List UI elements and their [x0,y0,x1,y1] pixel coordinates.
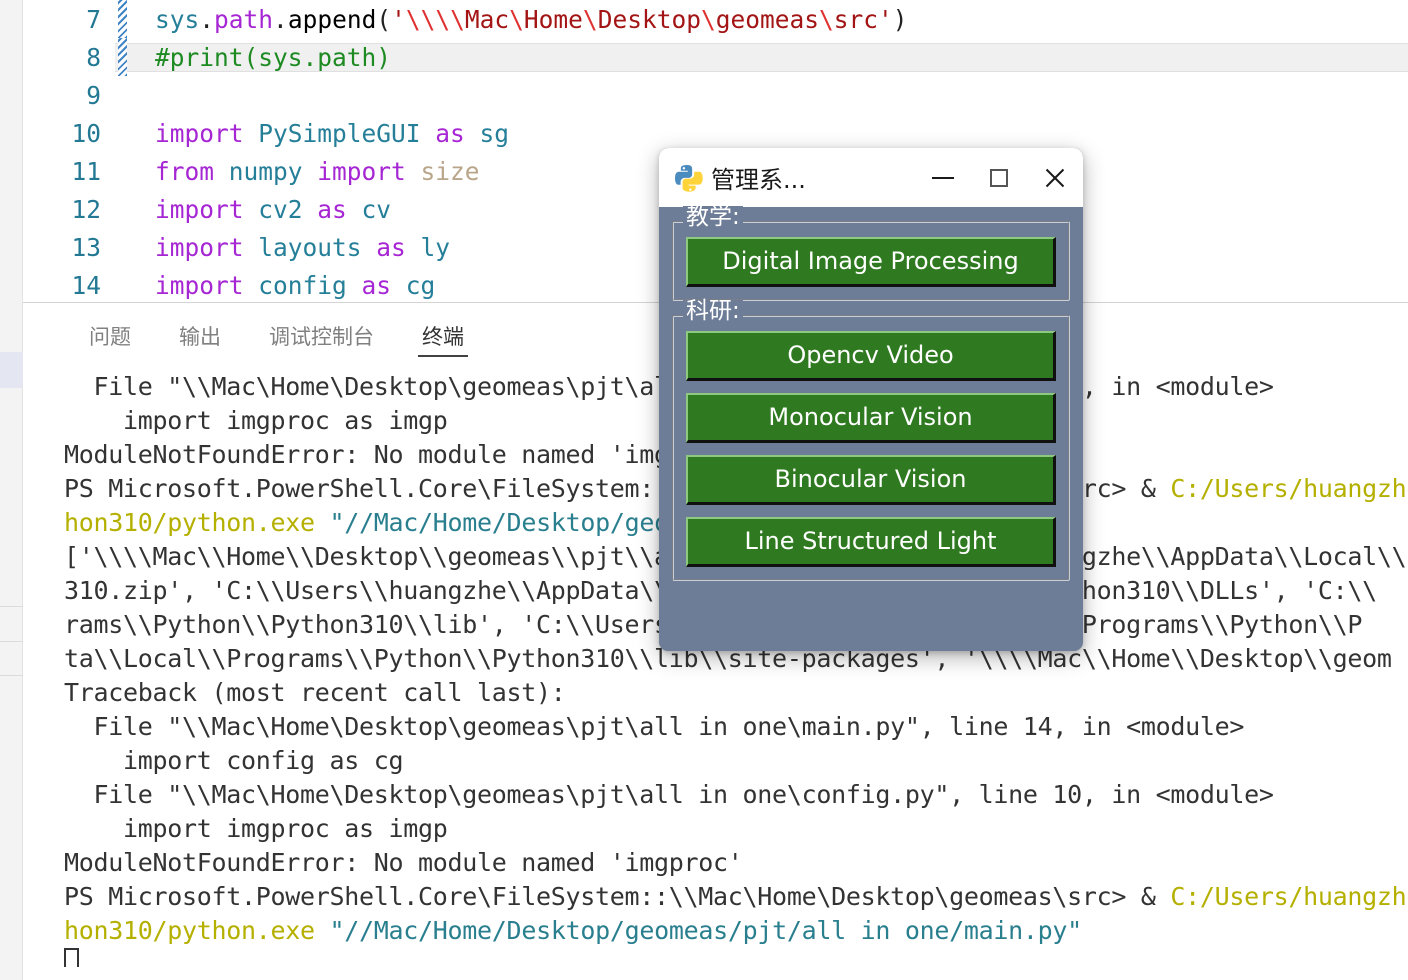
dialog-group-0: 教学: Digital Image Processing [672,206,1070,301]
panel-tab-1[interactable]: 输出 [155,311,245,363]
code-line[interactable]: 9 [23,76,1408,114]
dialog-button-digital-image-processing[interactable]: Digital Image Processing [686,237,1056,287]
minimize-icon [932,176,954,179]
line-number: 8 [86,42,101,72]
line-number: 13 [71,232,101,262]
dialog-button-line-structured-light[interactable]: Line Structured Light [686,517,1056,567]
terminal-line: File "\\Mac\Home\Desktop\geomeas\pjt\all… [64,780,1274,809]
close-button[interactable] [1027,148,1083,207]
terminal-line: File "\\Mac\Home\Desktop\geomeas\pjt\all… [64,712,1245,741]
line-number: 7 [86,4,101,34]
minimize-button[interactable] [915,148,971,207]
terminal-line: hon310/python.exe "//Mac/Home/Desktop/ge… [64,916,1082,945]
activity-bar-divider [0,675,23,676]
gutter-modified-icon [118,38,127,76]
panel-tab-2[interactable]: 调试控制台 [245,311,398,363]
dialog-body: 教学: Digital Image Processing 科研: Opencv Vid… [659,206,1083,597]
gutter-modified-icon [118,0,127,38]
dialog-group-1: 科研: Opencv Video Monocular Vision Binocular… [672,300,1070,581]
code-line-text: sys.path.append('\\\\Mac\Home\Desktop\ge… [155,4,908,34]
dialog-button-opencv-video[interactable]: Opencv Video [686,331,1056,381]
terminal-line: Traceback (most recent call last): [64,678,566,707]
screen-root: 7 sys.path.append('\\\\Mac\Home\Desktop\g… [0,0,1408,980]
dialog-group-label: 教学: [683,206,743,229]
dialog-window-controls [915,148,1083,207]
python-logo-icon [674,164,703,192]
code-line-text: #print(sys.path) [115,42,1408,72]
terminal-line: import config as cg [64,746,404,775]
dialog-button-binocular-vision[interactable]: Binocular Vision [686,455,1056,505]
line-number: 14 [71,270,101,300]
dialog-group-label: 科研: [683,300,743,323]
panel-tab-3[interactable]: 终端 [398,311,488,363]
activity-bar-divider [0,641,23,642]
maximize-icon [990,168,1008,187]
close-icon [1043,166,1067,190]
code-line-text: import PySimpleGUI as sg [155,118,510,148]
code-line[interactable]: 7 sys.path.append('\\\\Mac\Home\Desktop\g… [23,0,1408,38]
pysimplegui-dialog[interactable]: 管理系... 教学: Digital Image Processing 科研: Ope… [659,148,1083,651]
line-number: 10 [71,118,101,148]
panel-tab-0[interactable]: 问题 [65,311,155,363]
terminal-line: ModuleNotFoundError: No module named 'im… [64,848,743,877]
activity-bar-divider [0,606,23,607]
dialog-button-monocular-vision[interactable]: Monocular Vision [686,393,1056,443]
terminal-line: PS Microsoft.PowerShell.Core\FileSystem:… [64,882,1408,911]
line-number: 12 [71,194,101,224]
code-line[interactable]: 8 #print(sys.path) [23,38,1408,76]
dialog-title-bar[interactable]: 管理系... [659,148,1083,207]
code-line[interactable]: 10 import PySimpleGUI as sg [23,114,1408,152]
line-number: 11 [71,156,101,186]
dialog-title-text: 管理系... [711,166,806,194]
activity-bar [0,0,23,980]
terminal-line: import imgproc as imgp [64,814,448,843]
maximize-button[interactable] [971,148,1027,207]
activity-bar-active-indicator [0,352,23,388]
line-number: 9 [86,80,101,110]
terminal-cursor [23,948,1408,967]
